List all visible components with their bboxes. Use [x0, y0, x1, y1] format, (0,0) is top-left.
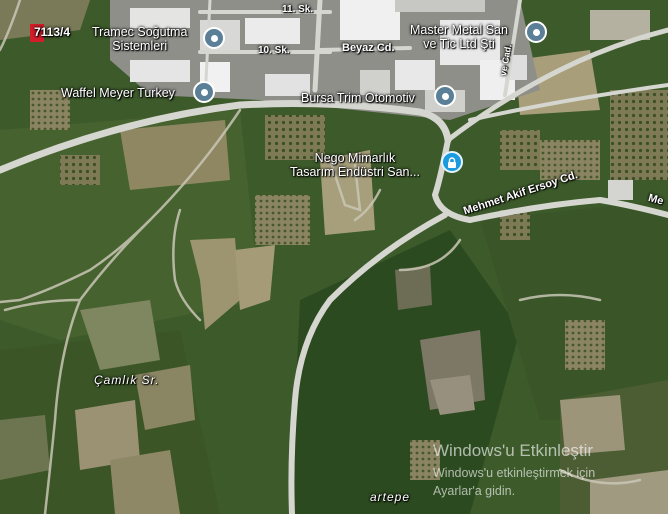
street-label-camlik-sr: Çamlık Sr. [94, 373, 160, 387]
poi-name[interactable]: Waffel Meyer Turkey [61, 86, 175, 100]
street-label-beyaz-cd: Beyaz Cd. [342, 42, 395, 54]
street-label-11-sk: 11. Sk. [282, 4, 314, 15]
poi-name[interactable]: Master Metal San ve Tic Ltd Şti [410, 23, 508, 51]
lock-glyph-icon [448, 156, 456, 168]
parcel-label: 7113/4 [34, 25, 71, 39]
poi-name-line2: Sistemleri [112, 39, 168, 53]
satellite-map[interactable] [0, 0, 668, 514]
street-label-10-sk: 10. Sk. [258, 45, 290, 56]
poi-name[interactable]: Nego Mimarlık Tasarım Endüstri San... [290, 151, 420, 179]
poi-name-line2: Tasarım Endüstri San... [290, 165, 420, 179]
activation-watermark-line1: Windows'u etkinleştirmek için [433, 466, 596, 480]
poi-name[interactable]: Bursa Trim Otomotiv [301, 91, 415, 105]
lock-pin-icon[interactable] [441, 151, 463, 173]
place-label-artepe: artepe [370, 490, 411, 504]
place-pin-icon[interactable] [434, 85, 456, 107]
activation-watermark-line2: Ayarlar'a gidin. [433, 484, 516, 498]
place-pin-icon[interactable] [203, 27, 225, 49]
place-pin-icon[interactable] [525, 21, 547, 43]
poi-name-line1: Tramec Soğutma [92, 25, 188, 39]
poi-name-line1: Master Metal San [410, 23, 508, 37]
place-pin-icon[interactable] [193, 81, 215, 103]
poi-name-line1: Nego Mimarlık [314, 151, 396, 165]
poi-name[interactable]: Tramec Soğutma Sistemleri [92, 25, 187, 53]
poi-name-line2: ve Tic Ltd Şti [423, 37, 495, 51]
activation-watermark-title: Windows'u Etkinleştir [433, 441, 594, 460]
